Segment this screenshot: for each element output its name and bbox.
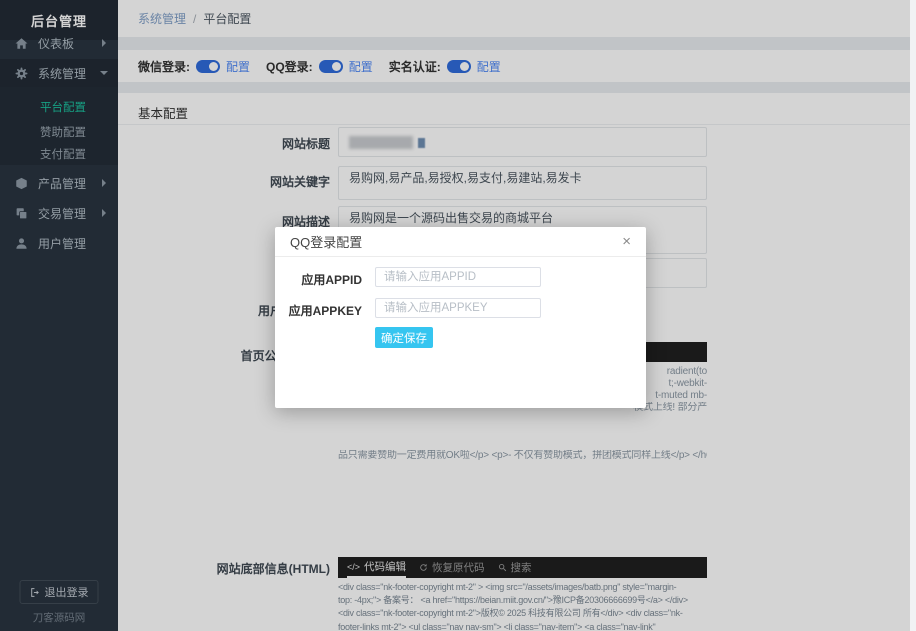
close-icon[interactable]: ×	[622, 234, 631, 249]
qq-login-config-modal: QQ登录配置 × 应用APPID 应用APPKEY 确定保存	[275, 227, 646, 408]
modal-title: QQ登录配置	[290, 235, 363, 250]
appkey-input[interactable]	[375, 298, 541, 318]
appid-label: 应用APPID	[301, 273, 362, 287]
modal-header: QQ登录配置 ×	[275, 227, 646, 257]
appkey-label: 应用APPKEY	[288, 304, 362, 318]
admin-screen: 后台管理 仪表板 系统管理 平台配置 赞助配置 支付配置 产品管理 交易管理 用…	[0, 0, 916, 631]
confirm-save-button[interactable]: 确定保存	[375, 327, 433, 348]
scrollbar-track[interactable]	[910, 0, 916, 631]
appid-input[interactable]	[375, 267, 541, 287]
